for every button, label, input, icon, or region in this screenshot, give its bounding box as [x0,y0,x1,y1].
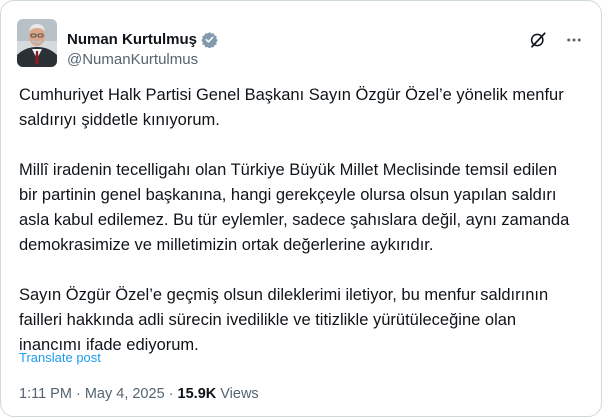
tweet-paragraph: Sayın Özgür Özel’e geçmiş olsun dilekler… [19,286,549,354]
author-handle[interactable]: @NumanKurtulmus [67,51,218,68]
tweet-card: Numan Kurtulmuş @NumanKurtulmus Cumhuriy… [0,0,602,417]
tweet-meta: 1:11 PM · May 4, 2025 · 15.9K Views [19,386,259,402]
header-actions [527,29,585,51]
tweet-text: Cumhuriyet Halk Partisi Genel Başkanı Sa… [19,83,579,358]
meta-separator: · [71,386,85,402]
tweet-paragraph: Cumhuriyet Halk Partisi Genel Başkanı Sa… [19,86,564,129]
verified-badge-icon [201,31,218,48]
views-count: 15.9K [177,386,217,402]
tweet-header: Numan Kurtulmuş @NumanKurtulmus [17,19,585,73]
avatar-image [17,19,57,67]
more-options-icon[interactable] [563,29,585,51]
author-names: Numan Kurtulmuş @NumanKurtulmus [67,29,218,68]
name-row: Numan Kurtulmuş [67,29,218,49]
post-date[interactable]: May 4, 2025 [85,386,165,402]
avatar[interactable] [17,19,57,67]
views-label: Views [220,386,259,402]
translate-post-link[interactable]: Translate post [19,350,101,365]
post-time[interactable]: 1:11 PM [19,386,72,402]
grok-icon[interactable] [527,29,549,51]
meta-separator: · [164,386,178,402]
tweet-paragraph: Millî iradenin tecelligahı olan Türkiye … [19,161,570,254]
author-display-name[interactable]: Numan Kurtulmuş [67,31,197,48]
